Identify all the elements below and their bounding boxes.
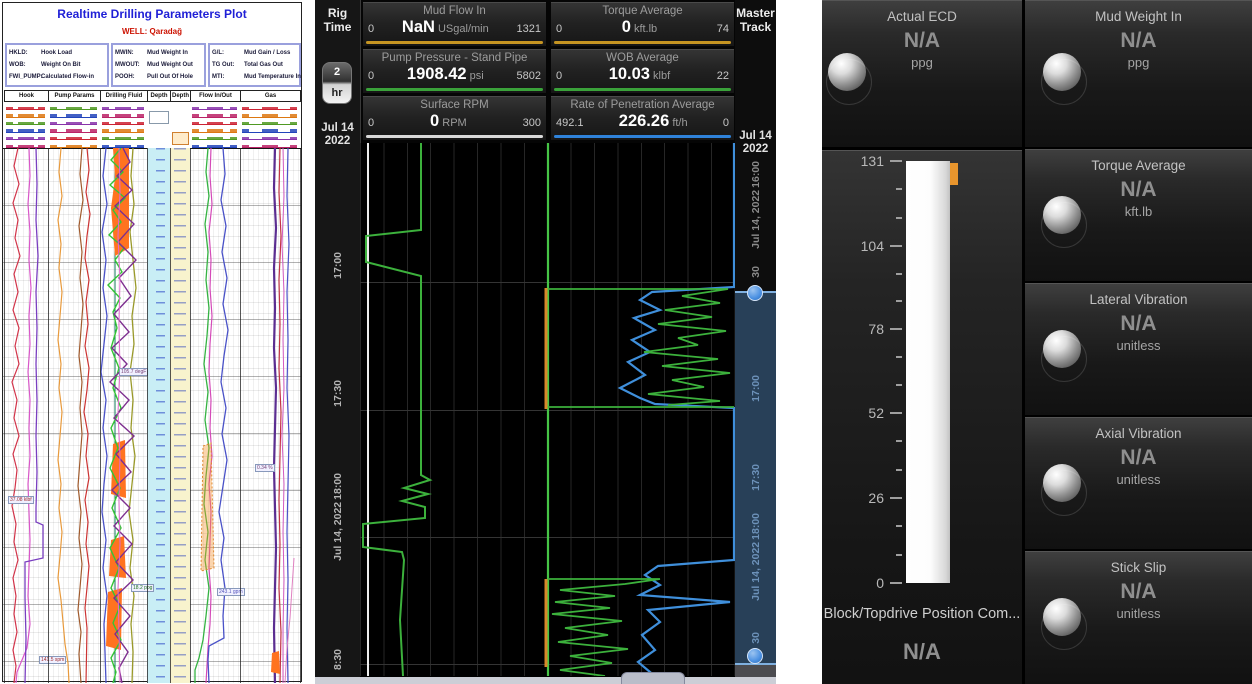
gauge-bar	[366, 41, 543, 44]
gauge-pump-pressure: Pump Pressure - Stand Pipe 0 1908.42 psi…	[363, 49, 546, 93]
track-headers: HookPump ParamsDrilling FluidDepthDepthF…	[3, 90, 301, 102]
track-header: Depth	[170, 90, 191, 102]
log-plot: 37.08 klbf141.5 spm105.7 degF18.2 ppg243…	[3, 148, 301, 683]
rig-time-rail: 17:0017:30Jul 14, 202218:008:30 RigTime …	[315, 0, 360, 684]
gauge-mud-flow-in: Mud Flow In 0 NaN USgal/min 1321	[363, 2, 546, 46]
status-sphere-icon	[1043, 464, 1081, 502]
gauge-torque-average: Torque Average 0 0 kft.lb 74	[551, 2, 734, 46]
drilling-dashboard: Realtime Drilling Parameters Plot WELL: …	[0, 0, 1252, 684]
gauge-bar	[554, 41, 731, 44]
track-header: Gas	[240, 90, 301, 102]
rail-date-right: Jul 142022	[735, 130, 776, 156]
legend-box-2: MWIN:Mud Weight In MWOUT:Mud Weight Out …	[111, 43, 206, 87]
gauge-header: Mud Flow In 0 NaN USgal/min 1321 Torque …	[360, 0, 736, 143]
strip-chart-panel: 17:0017:30Jul 14, 202218:008:30 RigTime …	[315, 0, 776, 684]
legend: HKLD:Hook Load WOB:Weight On Bit FWI_PUM…	[3, 43, 301, 89]
legend-box-3: G/L:Mud Gain / Loss TG Out:Total Gas Out…	[208, 43, 301, 87]
bottom-drag-handle[interactable]	[621, 672, 685, 684]
strip-curves	[360, 143, 735, 676]
realtime-plot-panel: Realtime Drilling Parameters Plot WELL: …	[2, 2, 302, 682]
position-gauge-bar	[906, 161, 950, 583]
master-track-rail: Jul 14, 202216:003017:0017:30Jul 14, 202…	[735, 0, 776, 684]
log-annotation: 141.5 spm	[39, 656, 66, 664]
gauge-bar	[554, 135, 731, 138]
tile-actual-ecd: Actual ECD N/A ppg	[822, 0, 1022, 147]
rail-date-left: Jul 142022	[315, 122, 360, 148]
tile-stick-slip: Stick Slip N/A unitless	[1025, 551, 1252, 684]
track-header: Hook	[4, 90, 49, 102]
master-track-label: MasterTrack	[735, 6, 776, 34]
position-gauge-marker	[950, 163, 958, 185]
tile-mud-weight-in: Mud Weight In N/A ppg	[1025, 0, 1252, 147]
gauge-bar	[366, 88, 543, 91]
strip-chart[interactable]	[360, 143, 735, 676]
legend-box-1: HKLD:Hook Load WOB:Weight On Bit FWI_PUM…	[5, 43, 109, 87]
status-sphere-icon	[1043, 196, 1081, 234]
gauge-bar	[554, 88, 731, 91]
rig-time-label: RigTime	[315, 6, 360, 34]
track-header: Drilling Fluid	[100, 90, 148, 102]
log-annotation: 18.2 ppg	[131, 584, 154, 592]
status-sphere-icon	[1043, 53, 1081, 91]
gauge-rop-average: Rate of Penetration Average 492.1 226.26…	[551, 96, 734, 140]
position-gauge-value: N/A	[822, 639, 1022, 665]
status-sphere-icon	[828, 53, 866, 91]
track-header: Flow In/Out	[190, 90, 241, 102]
well-name: WELL: Qaradağ	[3, 27, 301, 36]
gauge-surface-rpm: Surface RPM 0 0 RPM 300	[363, 96, 546, 140]
status-sphere-icon	[1043, 598, 1081, 636]
tile-axial-vibration: Axial Vibration N/A unitless	[1025, 417, 1252, 549]
log-annotation: 0.34 %	[255, 464, 275, 472]
log-annotation: 105.7 degF	[119, 368, 148, 376]
tile-lateral-vibration: Lateral Vibration N/A unitless	[1025, 283, 1252, 415]
log-annotation: 37.08 klbf	[8, 496, 34, 504]
position-gauge-label: Block/Topdrive Position Com...	[822, 606, 1022, 622]
page-title: Realtime Drilling Parameters Plot	[3, 7, 301, 21]
gauge-wob-average: WOB Average 0 10.03 klbf 22	[551, 49, 734, 93]
bottom-bar	[315, 677, 776, 684]
selection-handle-bottom[interactable]	[747, 648, 763, 664]
track-scale-rows	[3, 102, 301, 149]
status-sphere-icon	[1043, 330, 1081, 368]
selection-handle-top[interactable]	[747, 285, 763, 301]
interval-button[interactable]: 2 hr	[322, 62, 352, 104]
master-track-selection[interactable]	[735, 291, 776, 665]
gauge-bar	[366, 135, 543, 138]
track-header: Depth	[147, 90, 171, 102]
position-gauge: 1311047852260 Block/Topdrive Position Co…	[822, 150, 1022, 684]
track-header: Pump Params	[48, 90, 101, 102]
readouts-panel: Actual ECD N/A ppg Mud Weight In N/A ppg…	[822, 0, 1252, 684]
tile-torque-average: Torque Average N/A kft.lb	[1025, 149, 1252, 281]
